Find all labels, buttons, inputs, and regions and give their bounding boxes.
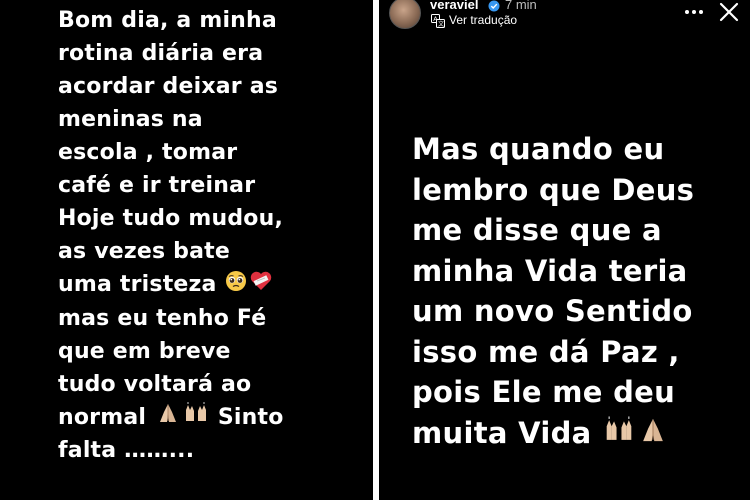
username[interactable]: veraviel [430, 0, 478, 12]
folded-hands-emoji-icon [637, 414, 669, 455]
story-screenshot-collage: Bom dia, a minha rotina diária era acord… [0, 0, 750, 500]
story-line: minha Vida teria [412, 253, 688, 288]
story-line-text: Sinto [217, 404, 284, 430]
story-line: café e ir treinar [58, 173, 256, 198]
story-line: falta ……... [58, 438, 195, 463]
post-time: 7 min [505, 0, 537, 12]
translate-icon: A 文 [431, 14, 445, 28]
story-line-with-emoji: muita Vida [412, 413, 694, 455]
more-options-icon[interactable] [683, 4, 705, 20]
close-icon[interactable] [719, 2, 739, 22]
story-line: mas eu tenho Fé [58, 305, 267, 331]
folded-hands-emoji-icon [155, 401, 181, 434]
mending-heart-emoji-icon [249, 269, 273, 302]
verified-badge-icon [488, 0, 500, 12]
story-line-text: muita Vida [412, 415, 592, 450]
story-line: as vezes bate [58, 239, 230, 264]
story-line: pois Ele me deu [412, 375, 676, 409]
story-line: Hoje tudo mudou, [58, 206, 284, 231]
story-line: me disse que a [412, 213, 662, 247]
story-line: isso me dá Paz , [412, 334, 680, 369]
story-line: tudo voltará ao [58, 371, 252, 397]
avatar[interactable] [389, 0, 421, 29]
right-story-panel: veraviel 7 min A 文 Ver tradução Mas quan… [379, 0, 750, 500]
story-line: um novo Sentido [412, 294, 693, 328]
story-line: meninas na [58, 107, 203, 132]
translate-label: Ver tradução [449, 13, 518, 27]
story-line: rotina diária era [58, 41, 264, 66]
left-story-text: Bom dia, a minha rotina diária era acord… [58, 4, 284, 467]
story-line: que em breve [58, 338, 231, 364]
right-story-text: Mas quando eu lembro que Deus me disse q… [412, 129, 694, 455]
svg-text:文: 文 [438, 20, 444, 28]
left-story-panel: Bom dia, a minha rotina diária era acord… [0, 0, 373, 500]
story-line: escola , tomar [58, 140, 238, 165]
story-line: acordar deixar as [58, 74, 279, 99]
story-line-text: uma tristeza [58, 272, 217, 297]
story-line: Mas quando eu [412, 132, 665, 166]
story-line-with-emoji: normal Sinto [58, 401, 284, 435]
story-line: lembro que Deus [412, 172, 695, 207]
story-line: Bom dia, a minha [58, 8, 277, 33]
story-line-with-emoji: uma tristeza [58, 268, 284, 302]
story-line-text: normal [58, 404, 147, 430]
pleading-face-emoji-icon [225, 269, 247, 302]
raising-hands-emoji-icon [603, 414, 635, 455]
story-header: veraviel 7 min A 文 Ver tradução [379, 0, 750, 32]
raising-hands-emoji-icon [183, 401, 209, 434]
